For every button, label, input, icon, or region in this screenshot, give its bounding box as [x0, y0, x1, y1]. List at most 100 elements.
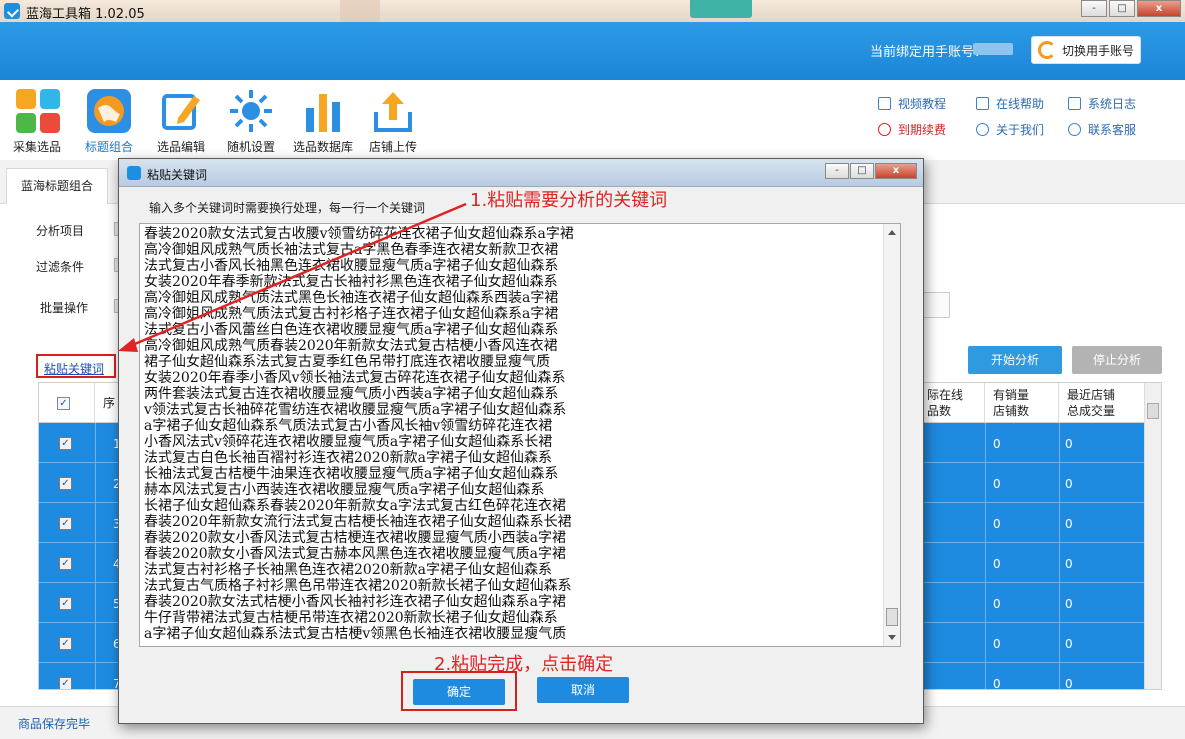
scroll-up-icon[interactable] — [888, 230, 896, 235]
tool-shop-upload[interactable]: 店铺上传 — [358, 88, 428, 155]
row-checkbox[interactable]: ✓ — [59, 677, 72, 689]
row-checkbox[interactable]: ✓ — [59, 597, 72, 610]
row-checkbox[interactable]: ✓ — [59, 517, 72, 530]
header-online: 际在线 品数 — [919, 383, 985, 423]
paste-keywords-link[interactable]: 粘贴关键词 — [36, 354, 116, 378]
keyword-line: 高冷御姐风成熟气质法式复古衬衫格子连衣裙子仙女超仙森系a字裙 — [144, 306, 559, 322]
keyword-line: 法式复古白色长袖百褶衬衫连衣裙2020新款a字裙子仙女超仙森系 — [144, 450, 552, 466]
grid-divider — [95, 503, 96, 543]
batch-label: 批量操作 — [40, 301, 89, 315]
keyword-line: 法式复古气质格子衬衫黑色吊带连衣裙2020新款长裙子仙女超仙森系 — [144, 578, 572, 594]
maximize-button[interactable]: □ — [1109, 0, 1135, 17]
refresh-icon — [1038, 41, 1056, 59]
app-header: 当前绑定用手账号： 切换用手账号 — [0, 22, 1185, 80]
grid-divider — [95, 423, 96, 463]
tool-label: 选品数据库 — [292, 140, 353, 154]
row-checkbox[interactable]: ✓ — [59, 437, 72, 450]
grid-divider — [985, 463, 986, 503]
row-checkbox[interactable]: ✓ — [59, 637, 72, 650]
keyword-line: 长袖法式复古桔梗牛油果连衣裙收腰显瘦气质a字裙子仙女超仙森系 — [144, 466, 559, 482]
globe-icon — [86, 88, 132, 134]
switch-account-label: 切换用手账号 — [1062, 43, 1135, 58]
keyword-line: 女装2020年春季新款法式复古长袖衬衫黑色连衣裙子仙女超仙森系 — [144, 274, 558, 290]
links-column-2: 在线帮助 关于我们 — [976, 90, 1044, 142]
close-button[interactable]: x — [1137, 0, 1181, 17]
grid-divider — [985, 623, 986, 663]
keyword-line: 春装2020款女法式桔梗小香风长袖衬衫连衣裙子仙女超仙森系a字裙 — [144, 594, 566, 610]
link-renew[interactable]: 到期续费 — [878, 116, 946, 142]
cell-sales-shops: 0 — [993, 557, 1001, 571]
dialog-window-controls: - □ x — [824, 163, 917, 179]
keyword-line: 赫本风法式复古小西装连衣裙收腰显瘦气质a字裙子仙女超仙森系 — [144, 482, 545, 498]
cell-sales-shops: 0 — [993, 437, 1001, 451]
stop-analysis-button[interactable]: 停止分析 — [1072, 346, 1162, 374]
keyword-line: 高冷御姐风成熟气质长袖法式复古a字黑色春季连衣裙女新款卫衣裙 — [144, 242, 559, 258]
dialog-hint: 输入多个关键词时需要换行处理，每一行一个关键词 — [149, 201, 426, 215]
cell-sales-shops: 0 — [993, 477, 1001, 491]
cancel-button[interactable]: 取消 — [537, 677, 629, 703]
keyword-line: 法式复古小香风蕾丝白色连衣裙收腰显瘦气质a字裙子仙女超仙森系 — [144, 322, 559, 338]
grid-divider — [985, 663, 986, 689]
tool-label: 标题组合 — [84, 140, 133, 154]
tool-label: 选品编辑 — [156, 140, 205, 154]
row-checkbox[interactable]: ✓ — [59, 477, 72, 490]
grid-divider — [95, 463, 96, 503]
dialog-title-bar: 粘贴关键词 - □ x — [119, 159, 923, 187]
dialog-maximize-button[interactable]: □ — [850, 163, 874, 179]
link-system-log[interactable]: 系统日志 — [1068, 90, 1136, 116]
link-contact-service[interactable]: 联系客服 — [1068, 116, 1136, 142]
cell-recent-volume: 0 — [1065, 637, 1073, 651]
tool-product-database[interactable]: 选品数据库 — [288, 88, 358, 155]
tool-collect[interactable]: 采集选品 — [2, 88, 72, 155]
scroll-down-icon[interactable] — [888, 635, 896, 640]
grid-divider — [1059, 503, 1060, 543]
keyword-line: a字裙子仙女超仙森系法式复古桔梗v领黑色长袖连衣裙收腰显瘦气质 — [144, 626, 567, 642]
keyword-line: 两件套装法式复古连衣裙收腰显瘦气质小西装a字裙子仙女超仙森系 — [144, 386, 559, 402]
analysis-item-label: 分析项目 — [36, 224, 85, 238]
grid-divider — [985, 543, 986, 583]
right-input-edge[interactable] — [922, 292, 950, 318]
cell-recent-volume: 0 — [1065, 557, 1073, 571]
keyword-line: 法式复古小香风长袖黑色连衣裙收腰显瘦气质a字裙子仙女超仙森系 — [144, 258, 559, 274]
grid-divider — [1059, 623, 1060, 663]
grid-divider — [95, 663, 96, 689]
start-analysis-button[interactable]: 开始分析 — [968, 346, 1062, 374]
window-controls: - □ x — [1079, 0, 1181, 17]
grid-divider — [1059, 543, 1060, 583]
textarea-scrollbar[interactable] — [883, 224, 900, 646]
link-online-help[interactable]: 在线帮助 — [976, 90, 1044, 116]
dialog-title: 粘贴关键词 — [147, 168, 208, 182]
video-icon — [878, 96, 891, 110]
ok-button[interactable]: 确定 — [413, 679, 505, 705]
keyword-line: 春装2020款女小香风法式复古桔梗连衣裙收腰显瘦气质小西装a字裙 — [144, 530, 566, 546]
minimize-button[interactable]: - — [1081, 0, 1107, 17]
grid-divider — [1059, 583, 1060, 623]
scrollbar-thumb[interactable] — [1147, 403, 1159, 419]
sun-icon — [228, 88, 274, 134]
header-select-cell: ✓ — [39, 383, 95, 423]
status-text: 商品保存完毕 — [18, 717, 91, 731]
row-checkbox[interactable]: ✓ — [59, 557, 72, 570]
link-about-us[interactable]: 关于我们 — [976, 116, 1044, 142]
service-icon — [1068, 122, 1081, 136]
cell-sales-shops: 0 — [993, 677, 1001, 690]
switch-account-button[interactable]: 切换用手账号 — [1031, 36, 1141, 64]
main-toolbar: 采集选品 标题组合 选品编辑 随机设置 选品数据库 店铺上传 视频教程 到期续费 — [0, 80, 1185, 160]
annotation-step2: 2.粘贴完成，点击确定 — [434, 654, 614, 675]
links-column-3: 系统日志 联系客服 — [1068, 90, 1136, 142]
dialog-minimize-button[interactable]: - — [825, 163, 849, 179]
link-video-tutorial[interactable]: 视频教程 — [878, 90, 946, 116]
keyword-line: 女装2020年春季小香风v领长袖法式复古碎花连衣裙子仙女超仙森系 — [144, 370, 566, 386]
grid-scrollbar[interactable] — [1144, 383, 1161, 689]
keywords-textarea[interactable]: 春装2020款女法式复古收腰v领雪纺碎花连衣裙子仙女超仙森系a字裙 高冷御姐风成熟… — [139, 223, 901, 647]
header-sales-shops: 有销量 店铺数 — [985, 383, 1059, 423]
tool-edit[interactable]: 选品编辑 — [146, 88, 216, 155]
keyword-line: 小香风法式v领碎花连衣裙收腰显瘦气质a字裙子仙女超仙森系长裙 — [144, 434, 553, 450]
tool-random-settings[interactable]: 随机设置 — [216, 88, 286, 155]
links-column-1: 视频教程 到期续费 — [878, 90, 946, 142]
scrollbar-thumb[interactable] — [886, 608, 898, 626]
tool-title-combine[interactable]: 标题组合 — [74, 88, 144, 155]
select-all-checkbox[interactable]: ✓ — [57, 397, 70, 410]
tab-title-combine[interactable]: 蓝海标题组合 — [6, 168, 108, 204]
dialog-close-button[interactable]: x — [875, 163, 917, 179]
